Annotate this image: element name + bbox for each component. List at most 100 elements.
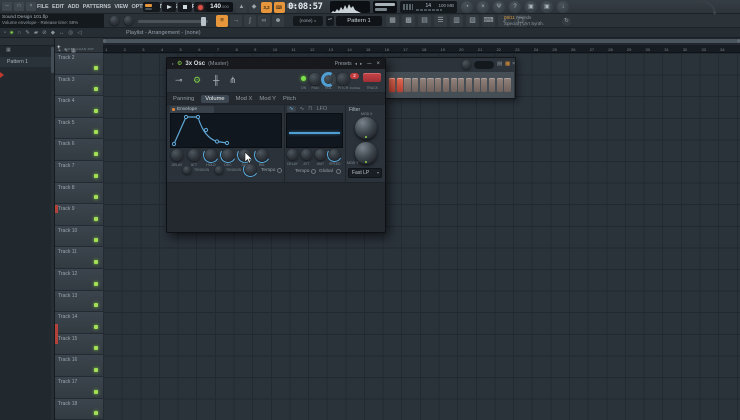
plugin-tools-icon[interactable]: ⋔ xyxy=(229,75,237,86)
envelope-tempo-toggle[interactable] xyxy=(277,168,282,173)
track-light[interactable] xyxy=(94,324,98,329)
plugin-gear-icon[interactable]: ⚙ xyxy=(177,60,182,67)
step-5[interactable] xyxy=(419,78,426,92)
pattern-selector[interactable]: Pattern 1 xyxy=(336,16,382,26)
step-8[interactable] xyxy=(442,78,449,92)
envelope-enable-dot[interactable] xyxy=(172,108,175,111)
step-edit-icon[interactable]: ≡ xyxy=(216,15,228,27)
help-icon[interactable]: ? xyxy=(509,1,521,13)
step-10[interactable] xyxy=(458,78,465,92)
link-icon[interactable]: ∞ xyxy=(258,15,270,27)
dec-knob[interactable] xyxy=(222,149,234,161)
speed-knob[interactable] xyxy=(329,149,341,160)
step-4[interactable] xyxy=(412,78,419,92)
lfo-sine-tab[interactable]: ∿ xyxy=(287,106,296,112)
playlist-icon[interactable]: ▦ xyxy=(386,15,399,27)
mute-icon[interactable]: ◆ xyxy=(51,30,55,36)
track-header-track-16[interactable]: Track 16 xyxy=(55,355,103,377)
lfo-graph[interactable] xyxy=(286,113,343,148)
graph-editor-icon[interactable]: ▤ xyxy=(497,61,502,67)
shuffle-handle[interactable] xyxy=(201,17,206,26)
step-1[interactable] xyxy=(389,78,396,92)
plugin-sliders-icon[interactable]: ╫ xyxy=(213,75,219,85)
decay-tension-knob[interactable] xyxy=(215,166,223,174)
track-light[interactable] xyxy=(94,108,98,113)
track-header-track-10[interactable]: Track 10 xyxy=(55,225,103,248)
track-light[interactable] xyxy=(94,367,98,372)
mod-x-knob[interactable] xyxy=(355,117,377,139)
track-header-track-18[interactable]: Track 18 xyxy=(55,398,103,420)
rack-close-icon[interactable]: × xyxy=(512,61,515,67)
lfo-triangle-tab[interactable]: ∿ xyxy=(300,106,305,112)
volume-knob[interactable] xyxy=(321,72,336,87)
plugin-minimize-icon[interactable]: ─ xyxy=(367,61,371,67)
tab-panning[interactable]: Panning xyxy=(173,96,194,102)
swing-knob[interactable] xyxy=(462,60,471,69)
collapse-icon[interactable]: ▸ xyxy=(172,61,174,66)
track-light[interactable] xyxy=(94,130,98,135)
countdown-icon[interactable]: 3,2 xyxy=(261,1,272,13)
step-12[interactable] xyxy=(473,78,480,92)
track-header-track-8[interactable]: Track 8 xyxy=(55,182,103,205)
track-light[interactable] xyxy=(94,65,98,70)
draw-icon[interactable]: ✎ xyxy=(25,30,30,36)
step-11[interactable] xyxy=(465,78,473,92)
track-light[interactable] xyxy=(94,216,98,221)
snap-icon[interactable]: ∩ xyxy=(17,30,21,36)
preset-prev-icon[interactable]: ◂ xyxy=(355,61,357,67)
piano-roll-icon[interactable]: ▩ xyxy=(402,15,415,27)
track-header-track-11[interactable]: Track 11 xyxy=(55,247,103,269)
track-header-track-12[interactable]: Track 12 xyxy=(55,269,103,291)
stop-button[interactable] xyxy=(178,2,192,12)
playback-icon[interactable]: ◁ xyxy=(77,30,81,36)
step-9[interactable] xyxy=(450,78,457,92)
track-header-track-2[interactable]: Track 2 xyxy=(55,53,103,75)
master-pitch-knob[interactable] xyxy=(124,16,133,25)
track-light[interactable] xyxy=(94,259,98,264)
preset-next-icon[interactable]: ▸ xyxy=(360,61,362,67)
track-header-track-14[interactable]: Track 14 xyxy=(55,312,103,334)
menu-edit[interactable]: EDIT xyxy=(52,4,64,10)
hold-knob[interactable] xyxy=(205,149,217,161)
pat-song-switch[interactable] xyxy=(143,2,160,12)
amt-knob[interactable] xyxy=(315,149,326,160)
playlist-title[interactable]: Playlist - Arrangement - (none) xyxy=(126,30,201,36)
record-light[interactable]: ● xyxy=(10,30,13,36)
pitch-knob[interactable] xyxy=(337,73,349,85)
delete-icon[interactable]: ⊘ xyxy=(42,30,47,36)
paint-icon[interactable]: ▰ xyxy=(34,30,38,36)
keyboard-editor-icon[interactable]: ▦ xyxy=(505,61,510,67)
timeline-ruler[interactable]: 1 2 3 4 5 6 7 8 9 10 11 12 13 14 15 16 17 18 19 20 21 22 23 24 2… xyxy=(103,45,740,53)
zoom-icon[interactable]: ◎ xyxy=(68,30,73,36)
refresh-icon[interactable]: ↻ xyxy=(562,17,571,26)
next-pattern-icon[interactable]: → xyxy=(230,15,242,27)
menu-patterns[interactable]: PATTERNS xyxy=(83,4,111,10)
step-13[interactable] xyxy=(481,78,488,92)
wait-input-icon[interactable]: ◆ xyxy=(248,1,260,13)
lfo-global-toggle[interactable] xyxy=(336,169,341,174)
track-light[interactable] xyxy=(94,195,98,200)
remote-control-icon[interactable]: ☻ xyxy=(272,15,284,27)
slip-icon[interactable]: ↔ xyxy=(59,30,65,36)
step-15[interactable] xyxy=(496,78,503,92)
glide-icon[interactable]: ʃ xyxy=(244,15,256,27)
tab-mod-y[interactable]: Mod Y xyxy=(259,96,276,102)
lfo-tempo-toggle[interactable] xyxy=(311,169,316,174)
delay-knob[interactable] xyxy=(287,149,298,160)
track-light[interactable] xyxy=(94,87,98,92)
lfo-square-tab[interactable]: ⊓ xyxy=(308,106,312,112)
track-light[interactable] xyxy=(94,173,98,178)
add-track-button[interactable]: + xyxy=(57,45,61,51)
mixer-icon[interactable]: ☰ xyxy=(434,15,447,27)
scroll-left-cap[interactable] xyxy=(103,39,106,43)
typing-keyboard-icon[interactable]: ⌨ xyxy=(273,1,285,13)
playlist-hscrollbar[interactable] xyxy=(103,38,740,45)
menu-file[interactable]: FILE xyxy=(37,4,49,10)
tab-mod-x[interactable]: Mod X xyxy=(236,96,253,102)
export-icon[interactable]: ↓ xyxy=(557,1,569,13)
oscilloscope[interactable] xyxy=(330,1,370,13)
tempo-display[interactable]: 140.000 xyxy=(206,2,233,12)
window-maximize-button[interactable]: □ xyxy=(14,2,24,11)
track-light[interactable] xyxy=(94,411,98,416)
track-header-track-9[interactable]: Track 9 xyxy=(55,204,103,226)
